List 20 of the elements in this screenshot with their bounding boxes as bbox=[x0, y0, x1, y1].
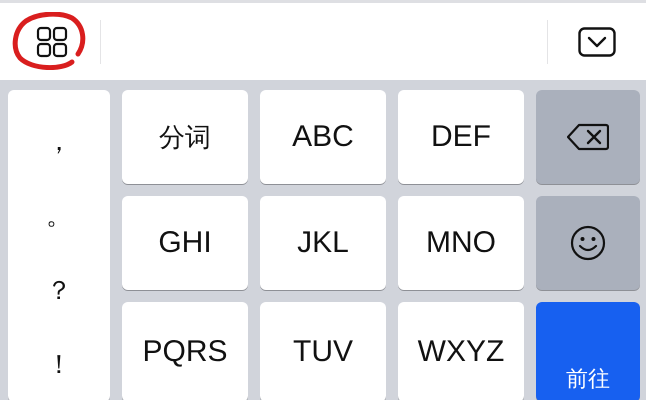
backspace-key[interactable] bbox=[536, 90, 640, 184]
key[interactable]: TUV bbox=[260, 302, 386, 400]
chevron-down-icon bbox=[578, 26, 616, 56]
punctuation-key[interactable]: ！ bbox=[26, 343, 92, 386]
key[interactable]: JKL bbox=[260, 196, 386, 290]
go-key[interactable]: 前往 bbox=[536, 302, 640, 400]
key[interactable]: WXYZ bbox=[398, 302, 524, 400]
smiley-icon bbox=[570, 225, 606, 261]
punctuation-key[interactable]: ， bbox=[26, 120, 92, 163]
key[interactable]: PQRS bbox=[122, 302, 248, 400]
punctuation-key[interactable]: ？ bbox=[26, 268, 92, 312]
punctuation-key[interactable]: 。 bbox=[26, 194, 92, 238]
key[interactable]: MNO bbox=[398, 196, 524, 290]
key[interactable]: GHI bbox=[122, 196, 248, 290]
backspace-icon bbox=[567, 123, 609, 151]
key[interactable]: DEF bbox=[398, 90, 524, 184]
key[interactable]: 分词 bbox=[122, 90, 248, 184]
grid-icon bbox=[36, 26, 68, 58]
key[interactable]: ABC bbox=[260, 90, 386, 184]
emoji-key[interactable] bbox=[536, 196, 640, 290]
